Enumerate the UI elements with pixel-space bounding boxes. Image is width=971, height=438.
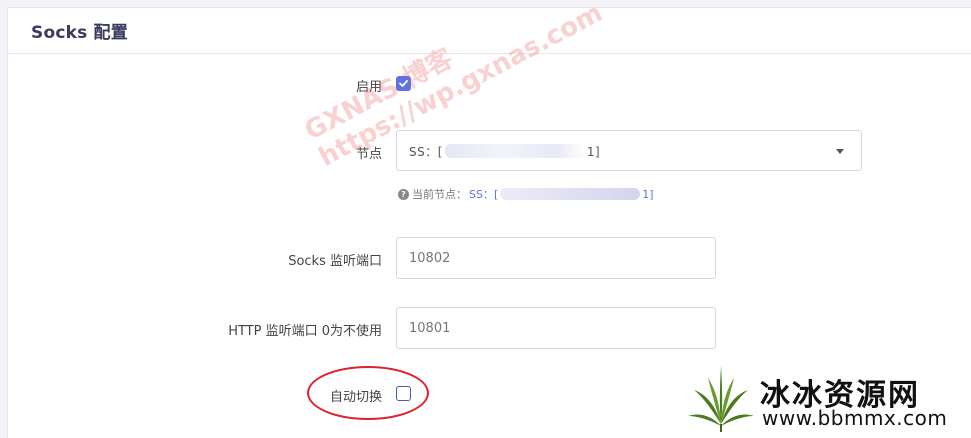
chevron-down-icon [836,149,844,154]
node-select-value: SS：[ 1] [409,143,600,160]
redacted-blur [444,144,585,158]
card-title: Socks 配置 [31,23,128,43]
http-port-input[interactable] [396,307,716,349]
current-node-value: SS：[ 1] [469,186,654,202]
http-port-label: HTTP 监听端口 0为不使用 [228,324,382,339]
question-circle-icon: ? [398,188,409,200]
node-select-suffix: 1] [586,145,601,159]
current-node-label: 当前节点： [412,188,467,201]
node-select[interactable]: SS：[ 1] [396,130,862,171]
redacted-blur [500,188,641,200]
node-select-prefix: SS：[ [409,145,443,159]
current-node-prefix: SS：[ [469,188,499,201]
leaf-logo-icon [688,366,754,432]
socks-port-input[interactable] [396,237,716,279]
site-logo: 冰冰资源网 www.bbmmx.com [680,362,970,437]
site-url: www.bbmmx.com [762,406,948,430]
socks-port-label: Socks 监听端口 [288,254,382,269]
current-node-help: ? 当前节点： SS：[ 1] [398,186,654,202]
highlight-circle [307,366,429,420]
current-node-suffix: 1] [642,188,654,201]
